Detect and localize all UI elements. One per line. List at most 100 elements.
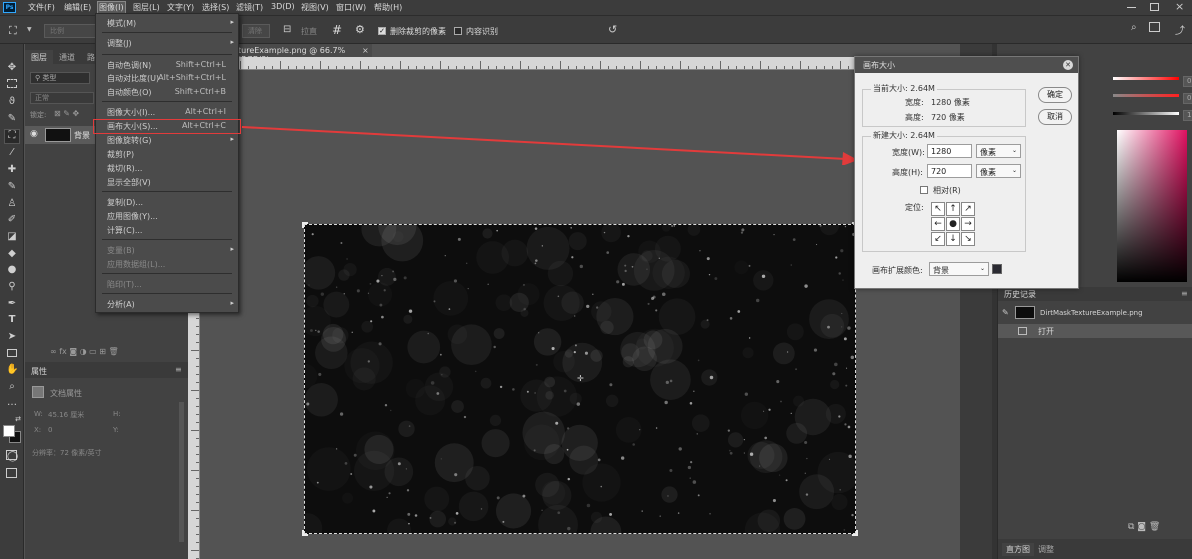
image-menu-item[interactable]: 计算(C)... bbox=[96, 225, 238, 238]
hue-slider[interactable] bbox=[1113, 77, 1179, 80]
fx-icon[interactable]: fx bbox=[59, 347, 69, 356]
color-value-2[interactable]: 0 bbox=[1183, 93, 1192, 104]
swap-colors-icon[interactable]: ⇄ bbox=[12, 413, 24, 425]
ext-color-swatch[interactable] bbox=[992, 264, 1002, 274]
image-menu-item[interactable]: 自动色调(N) Shift+Ctrl+L bbox=[96, 60, 238, 73]
close-tab-icon[interactable]: × bbox=[362, 46, 369, 55]
image-menu-item[interactable]: 应用图像(Y)... bbox=[96, 211, 238, 224]
history-item-open[interactable]: 打开 bbox=[998, 324, 1192, 338]
height-input[interactable]: 720 bbox=[927, 164, 972, 178]
height-unit-select[interactable]: 像素 ⌄ bbox=[976, 164, 1021, 178]
tab-adjustments[interactable]: 调整 bbox=[1038, 544, 1054, 555]
more-tools-icon[interactable]: … bbox=[6, 397, 18, 409]
straighten-label[interactable]: 拉直 bbox=[301, 26, 317, 37]
eye-icon[interactable]: ◉ bbox=[30, 129, 38, 139]
menu-help[interactable]: 帮助(H) bbox=[374, 2, 402, 13]
tab-history[interactable]: 历史记录 bbox=[1004, 289, 1036, 300]
crop-handle-tl[interactable] bbox=[302, 222, 308, 228]
dialog-title-bar[interactable]: 画布大小 ✕ bbox=[855, 57, 1078, 73]
tab-channels[interactable]: 通道 bbox=[53, 50, 81, 64]
marquee-tool-icon[interactable] bbox=[7, 79, 17, 88]
restore-icon[interactable] bbox=[1150, 3, 1159, 11]
delete-cropped-checkbox[interactable]: ✓ bbox=[378, 27, 386, 35]
crop-handle-br[interactable] bbox=[852, 530, 858, 536]
anchor-cell[interactable]: ← bbox=[931, 217, 945, 231]
menu-filter[interactable]: 滤镜(T) bbox=[236, 2, 263, 13]
ratio-select[interactable]: 比例 bbox=[44, 24, 100, 38]
width-input[interactable]: 1280 bbox=[927, 144, 972, 158]
image-menu-item[interactable]: 裁切(R)... bbox=[96, 163, 238, 176]
anchor-cell[interactable]: ● bbox=[946, 217, 960, 231]
brush-tool-icon[interactable]: ✎ bbox=[6, 181, 18, 193]
menu-layer[interactable]: 图层(L) bbox=[133, 2, 160, 13]
anchor-cell[interactable]: ↑ bbox=[946, 202, 960, 216]
menu-view[interactable]: 视图(V) bbox=[301, 2, 329, 13]
clear-button[interactable]: 清除 bbox=[242, 24, 270, 38]
anchor-cell[interactable]: → bbox=[961, 217, 975, 231]
straighten-icon[interactable]: ⊟ bbox=[283, 24, 291, 35]
image-menu-item[interactable]: 分析(A) ▸ bbox=[96, 299, 238, 312]
anchor-cell[interactable]: ↖ bbox=[931, 202, 945, 216]
layer-kind-filter[interactable]: ⚲ 类型 bbox=[30, 72, 90, 84]
lasso-tool-icon[interactable]: ϑ bbox=[6, 96, 18, 108]
tab-histogram[interactable]: 直方图 bbox=[1002, 543, 1034, 556]
image-menu-item[interactable]: 裁剪(P) bbox=[96, 149, 238, 162]
workspace-icon[interactable] bbox=[1149, 22, 1160, 32]
menu-file[interactable]: 文件(F) bbox=[28, 2, 55, 13]
search-icon[interactable]: ⌕ bbox=[1131, 22, 1137, 33]
eyedropper-tool-icon[interactable]: ⁄ bbox=[6, 147, 18, 159]
menu-window[interactable]: 窗口(W) bbox=[336, 2, 366, 13]
type-tool-icon[interactable]: T bbox=[6, 314, 18, 326]
chevron-down-icon[interactable]: ▼ bbox=[27, 26, 32, 33]
history-snapshot-row[interactable]: ✎ DirtMaskTextureExample.png bbox=[998, 306, 1192, 320]
crop-tool-icon[interactable]: ⛶ bbox=[4, 129, 20, 144]
quick-select-tool-icon[interactable]: ✎ bbox=[6, 113, 18, 125]
image-menu-item[interactable]: 调整(J) ▸ bbox=[96, 38, 238, 51]
blur-tool-icon[interactable]: ● bbox=[6, 264, 18, 276]
path-selection-tool-icon[interactable]: ➤ bbox=[6, 331, 18, 343]
zoom-tool-icon[interactable]: ⌕ bbox=[6, 381, 18, 393]
reset-icon[interactable]: ↺ bbox=[608, 23, 617, 36]
image-menu-item[interactable]: 自动颜色(O) Shift+Ctrl+B bbox=[96, 87, 238, 100]
clone-stamp-tool-icon[interactable]: ♙ bbox=[6, 198, 18, 210]
healing-brush-tool-icon[interactable]: ✚ bbox=[6, 164, 18, 176]
properties-title[interactable]: 属性 bbox=[31, 366, 47, 377]
anchor-cell[interactable]: ↗ bbox=[961, 202, 975, 216]
content-aware-checkbox[interactable] bbox=[454, 27, 462, 35]
add-mask-icon[interactable]: ◙ bbox=[69, 347, 79, 356]
overlay-grid-icon[interactable]: # bbox=[332, 23, 342, 37]
color-value-3[interactable]: 100 bbox=[1183, 110, 1192, 121]
rectangle-tool-icon[interactable] bbox=[7, 349, 17, 357]
dodge-tool-icon[interactable]: ⚲ bbox=[6, 281, 18, 293]
lock-pixels-icon[interactable]: ⊠ ✎ ✥ bbox=[54, 109, 79, 118]
image-menu-item[interactable]: 图像旋转(G) ▸ bbox=[96, 135, 238, 148]
sat-slider[interactable] bbox=[1113, 94, 1179, 97]
crop-tool-preset-icon[interactable]: ⛶ bbox=[9, 24, 17, 38]
share-icon[interactable]: ⤴ bbox=[1175, 22, 1185, 37]
screen-mode-icon[interactable] bbox=[6, 468, 17, 478]
anchor-cell[interactable]: ↙ bbox=[931, 232, 945, 246]
blend-mode-select[interactable]: 正常 bbox=[30, 92, 94, 104]
history-brush-source-icon[interactable]: ✎ bbox=[1002, 308, 1009, 317]
image-menu-item[interactable]: 显示全部(V) bbox=[96, 177, 238, 190]
camera-icon[interactable]: ◙ bbox=[1137, 522, 1149, 532]
menu-type[interactable]: 文字(Y) bbox=[167, 2, 194, 13]
cancel-button[interactable]: 取消 bbox=[1038, 109, 1072, 125]
menu-edit[interactable]: 编辑(E) bbox=[64, 2, 91, 13]
ext-color-select[interactable]: 背景 ⌄ bbox=[929, 262, 989, 276]
new-document-from-state-icon[interactable]: ⧉ bbox=[1128, 522, 1137, 532]
eraser-tool-icon[interactable]: ◪ bbox=[6, 231, 18, 243]
group-icon[interactable]: ▭ bbox=[89, 347, 99, 356]
quick-mask-icon[interactable]: ◯ bbox=[6, 450, 18, 462]
image-menu-item[interactable]: 复制(D)... bbox=[96, 197, 238, 210]
panel-scrollbar[interactable] bbox=[179, 402, 184, 542]
trash-icon[interactable]: 🗑 bbox=[1149, 522, 1160, 532]
panel-menu-icon[interactable]: ≡ bbox=[175, 365, 182, 374]
bright-slider[interactable] bbox=[1113, 112, 1179, 115]
new-layer-icon[interactable]: ⊞ bbox=[99, 347, 108, 356]
ok-button[interactable]: 确定 bbox=[1038, 87, 1072, 103]
relative-checkbox[interactable] bbox=[920, 186, 928, 194]
crop-handle-bl[interactable] bbox=[302, 530, 308, 536]
history-brush-tool-icon[interactable]: ✐ bbox=[6, 214, 18, 226]
paint-bucket-tool-icon[interactable]: ◆ bbox=[6, 248, 18, 260]
